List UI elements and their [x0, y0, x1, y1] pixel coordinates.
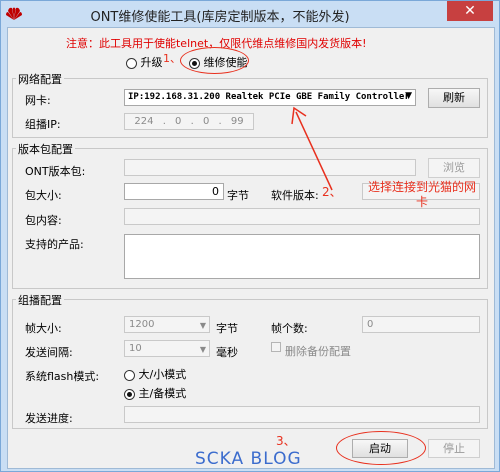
browse-button[interactable]: 浏览 [428, 158, 480, 178]
frame-count-field[interactable]: 0 [362, 316, 480, 333]
window-title: ONT维修使能工具(库房定制版本，不能外发) [90, 10, 350, 25]
title-bar: ONT维修使能工具(库房定制版本，不能外发) ✕ [1, 1, 499, 25]
package-content-field[interactable] [124, 208, 480, 225]
package-content-label: 包内容: [25, 214, 62, 227]
multicast-config-title: 组播配置 [16, 292, 64, 308]
send-interval-value: 10 [129, 343, 142, 354]
flash-main-radio[interactable]: 主/备模式 [124, 385, 186, 401]
upgrade-radio-label: 升级 [140, 56, 163, 69]
send-interval-label: 发送间隔: [25, 346, 73, 359]
upgrade-radio[interactable]: 升级 [126, 54, 163, 70]
package-config-title: 版本包配置 [16, 141, 75, 157]
ont-package-field[interactable] [124, 159, 416, 176]
annotation-text-2: 选择连接到光猫的网卡 [367, 180, 476, 209]
nic-label: 网卡: [25, 94, 51, 107]
frame-size-value: 1200 [129, 319, 155, 330]
multicast-ip-label: 组播IP: [25, 118, 61, 131]
annotation-mark-1: 1、 [163, 52, 181, 65]
flash-main-radio-circle [124, 388, 135, 400]
supported-products-label: 支持的产品: [25, 238, 84, 251]
flash-small-radio-label: 大/小模式 [138, 368, 187, 381]
close-icon: ✕ [464, 3, 476, 19]
app-window: ONT维修使能工具(库房定制版本，不能外发) ✕ 注意：此工具用于使能telne… [0, 0, 500, 472]
delete-backup-label: 删除备份配置 [285, 345, 351, 358]
send-interval-select[interactable]: 10 ▼ [124, 340, 210, 357]
frame-count-label: 帧个数: [271, 322, 308, 335]
frame-size-chevron-icon: ▼ [199, 321, 206, 330]
send-progress-label: 发送进度: [25, 412, 73, 425]
annotation-ellipse-1 [180, 47, 249, 74]
send-interval-chevron-icon: ▼ [199, 345, 206, 354]
package-size-label: 包大小: [25, 189, 62, 202]
nic-select-value: IP:192.168.31.200 Realtek PCIe GBE Famil… [128, 92, 410, 102]
annotation-mark-2: 2、 [322, 185, 342, 199]
supported-products-list[interactable] [124, 234, 480, 279]
flash-mode-label: 系统flash模式: [25, 370, 100, 383]
flash-small-radio-circle [124, 369, 135, 381]
close-button[interactable]: ✕ [447, 1, 493, 21]
send-progress-bar [124, 406, 480, 423]
network-config-title: 网络配置 [16, 71, 64, 87]
frame-size-select[interactable]: 1200 ▼ [124, 316, 210, 333]
upgrade-radio-circle [126, 57, 137, 69]
flash-main-radio-label: 主/备模式 [138, 387, 187, 400]
package-size-unit: 字节 [227, 189, 249, 202]
send-interval-unit: 毫秒 [216, 346, 238, 359]
package-size-field[interactable]: 0 [124, 183, 224, 200]
frame-size-label: 帧大小: [25, 322, 62, 335]
watermark-text: SCKA BLOG [195, 449, 302, 469]
chevron-down-icon: ▼ [405, 91, 412, 101]
annotation-ellipse-3 [336, 431, 426, 465]
delete-backup-checkbox[interactable] [271, 342, 281, 352]
frame-size-unit: 字节 [216, 322, 238, 335]
ont-package-label: ONT版本包: [25, 165, 86, 178]
nic-select[interactable]: IP:192.168.31.200 Realtek PCIe GBE Famil… [124, 89, 416, 106]
client-area: 注意：此工具用于使能telnet，仅限代维点维修国内发货版本! 升级 维修使能 … [7, 27, 495, 469]
annotation-arrow-icon [291, 106, 333, 191]
flash-small-radio[interactable]: 大/小模式 [124, 366, 186, 382]
refresh-button[interactable]: 刷新 [428, 88, 480, 108]
annotation-mark-3: 3、 [276, 434, 296, 448]
multicast-ip-field[interactable]: 224 . 0 . 0 . 99 [124, 113, 254, 130]
stop-button[interactable]: 停止 [428, 439, 480, 458]
